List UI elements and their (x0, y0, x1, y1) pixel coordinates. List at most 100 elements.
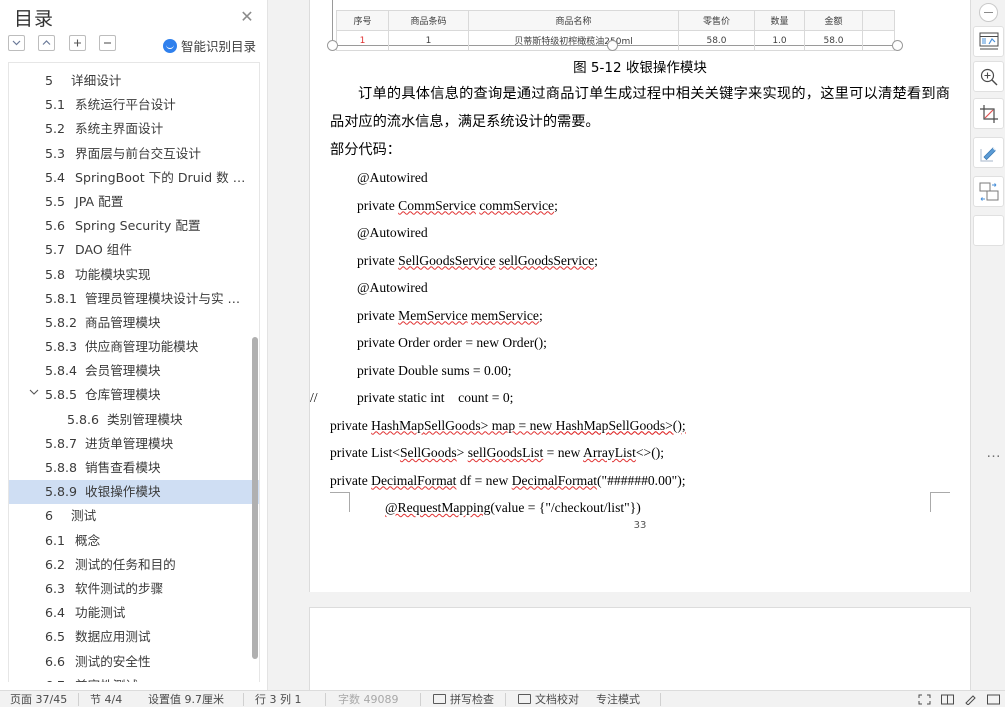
toc-item-number: 5.2 (45, 121, 66, 137)
table-header-cell (862, 10, 895, 31)
smart-toc-icon (162, 39, 177, 53)
image-replace-icon[interactable] (973, 176, 1004, 207)
status-divider-5 (505, 693, 506, 706)
toc-item-label: 类别管理模块 (107, 411, 183, 427)
table-cell: 贝蒂斯特级初榨橄榄油250ml (468, 30, 679, 51)
status-focus-mode[interactable]: 专注模式 (588, 693, 648, 707)
toc-item[interactable]: 5.4 SpringBoot 下的 Druid 数 … (9, 166, 259, 190)
toc-item[interactable]: 6 测试 (9, 504, 259, 528)
document-canvas[interactable]: 序号 商品条码 商品名称 零售价 数量 金额 1 1 贝蒂斯特级初榨橄榄油250ml 58.0 1… (268, 0, 1005, 690)
page-view-icon[interactable] (918, 694, 931, 705)
toc-item[interactable]: 5.2 系统主界面设计 (9, 117, 259, 141)
selection-handle-right[interactable] (892, 40, 903, 51)
toc-item[interactable]: 5.3 界面层与前台交互设计 (9, 142, 259, 166)
code-line-text: private static int count = 0; (357, 390, 514, 405)
status-word-count[interactable]: 字数 49089 (330, 693, 407, 707)
smart-toc-button[interactable]: 智能识别目录 (162, 36, 256, 55)
status-section-info[interactable]: 节 4/4 (82, 693, 130, 707)
toc-item[interactable]: 5.8.7 进货单管理模块 (9, 432, 259, 456)
toc-item[interactable]: 5.8.5 仓库管理模块 (9, 383, 259, 407)
code-line: @Autowired (330, 274, 950, 302)
margin-corner-bottom-left (330, 492, 350, 512)
toc-item-number: 5.8.7 (45, 435, 78, 451)
code-line: private SellGoodsService sellGoodsServic… (330, 247, 950, 275)
chevron-up-icon[interactable] (38, 34, 56, 51)
toc-item[interactable]: 6.6 测试的安全性 (9, 650, 259, 674)
table-cell: 1 (388, 30, 469, 51)
toc-item-label: 系统主界面设计 (75, 121, 164, 137)
status-bar: 页面 37/45 节 4/4 设置值 9.7厘米 行 3 列 1 字数 4908… (0, 690, 1005, 707)
code-line-text: private DecimalFormat df = new DecimalFo… (330, 472, 686, 488)
status-doc-edit[interactable]: 文档校对 (510, 693, 587, 707)
toc-item-label: 收银操作模块 (85, 484, 161, 500)
toc-item[interactable]: 6.1 概念 (9, 529, 259, 553)
status-divider-4 (420, 693, 421, 706)
toc-item-number: 5.8.2 (45, 314, 78, 330)
chevron-down-icon[interactable] (8, 34, 25, 51)
selection-handle-center[interactable] (607, 40, 618, 51)
edit-view-icon[interactable] (964, 694, 977, 706)
close-icon[interactable]: ✕ (237, 9, 257, 29)
toc-item-number: 6.3 (45, 580, 66, 596)
toc-item[interactable]: 5.5 JPA 配置 (9, 190, 259, 214)
more-options-button[interactable]: … (973, 215, 1004, 461)
pen-annotate-icon[interactable] (973, 137, 1004, 168)
code-line-text: private CommService commService; (357, 197, 558, 213)
toc-item[interactable]: 5.8 功能模块实现 (9, 263, 259, 287)
toc-item[interactable]: 6.3 软件测试的步骤 (9, 577, 259, 601)
document-page-next (310, 608, 970, 690)
status-line-info[interactable]: 行 3 列 1 (247, 693, 310, 707)
toc-item[interactable]: 5.8.2 商品管理模块 (9, 311, 259, 335)
table-header-cell: 金额 (804, 10, 863, 31)
chevron-down-icon[interactable] (29, 383, 41, 407)
toc-item[interactable]: 5.8.9 收银操作模块 (9, 480, 259, 505)
toc-item-label: 仓库管理模块 (85, 387, 161, 403)
toc-list: 5 详细设计 5.1 系统运行平台设计 5.2 系统主界面设计 5.3 界面层与前台交互设计 5… (9, 63, 259, 682)
toc-item-label: 销售查看模块 (85, 460, 161, 475)
toc-header: 目录 ✕ (0, 0, 267, 34)
toc-item-label: 界面层与前台交互设计 (75, 145, 201, 161)
toc-item[interactable]: 6.4 功能测试 (9, 601, 259, 625)
toc-scrollbar[interactable] (252, 337, 258, 659)
code-line: private CommService commService; (330, 192, 950, 220)
code-line: private DecimalFormat df = new DecimalFo… (330, 467, 950, 495)
full-view-icon[interactable] (987, 694, 1000, 705)
book-view-icon[interactable] (941, 694, 954, 705)
status-page-info[interactable]: 页面 37/45 (2, 693, 75, 707)
code-line-text: private MemService memService; (357, 307, 543, 323)
crop-icon[interactable] (973, 98, 1004, 129)
plus-icon[interactable] (68, 34, 86, 51)
toc-item[interactable]: 5.1 系统运行平台设计 (9, 93, 259, 117)
table-header-cell: 零售价 (678, 10, 755, 31)
toc-item-number: 5.8.9 (45, 484, 78, 500)
toc-item-label: 测试的任务和目的 (75, 556, 176, 572)
toc-item[interactable]: 5.8.1 管理员管理模块设计与实 … (9, 287, 259, 311)
toc-item[interactable]: 6.2 测试的任务和目的 (9, 553, 259, 577)
minus-icon[interactable] (99, 34, 117, 51)
toc-item[interactable]: 5.6 Spring Security 配置 (9, 214, 259, 238)
toc-title: 目录 (14, 8, 55, 30)
magnifier-zoom-in-icon[interactable] (973, 61, 1004, 92)
toc-item[interactable]: 5 详细设计 (9, 69, 259, 93)
toc-item[interactable]: 5.8.4 会员管理模块 (9, 359, 259, 383)
toc-list-container[interactable]: 5 详细设计 5.1 系统运行平台设计 5.2 系统主界面设计 5.3 界面层与前台交互设计 5… (8, 62, 260, 682)
toc-item-number: 5.1 (45, 97, 66, 113)
document-page: 序号 商品条码 商品名称 零售价 数量 金额 1 1 贝蒂斯特级初榨橄榄油250ml 58.0 1… (310, 0, 970, 596)
selection-handle-left[interactable] (327, 40, 338, 51)
status-spell-check[interactable]: 拼写检查 (425, 693, 502, 707)
toc-item[interactable]: 6.7兼容性测试 (9, 674, 259, 682)
status-setting-info[interactable]: 设置值 9.7厘米 (140, 693, 232, 707)
toc-item[interactable]: 6.5 数据应用测试 (9, 625, 259, 649)
toc-item[interactable]: 5.8.3 供应商管理功能模块 (9, 335, 259, 359)
toc-item[interactable]: 5.8.6 类别管理模块 (9, 408, 259, 432)
table-cell: 58.0 (804, 30, 863, 51)
table-chart-icon[interactable] (973, 26, 1004, 57)
code-line-text: @RequestMapping(value = {"/checkout/list… (385, 500, 641, 515)
toc-item[interactable]: 5.8.8 销售查看模块 (9, 456, 259, 480)
smart-toc-label: 智能识别目录 (180, 39, 256, 54)
toc-toolbar: 智能识别目录 (0, 34, 267, 60)
toc-item-number: 5.8.6 (67, 411, 100, 427)
toc-item[interactable]: 5.7 DAO 组件 (9, 238, 259, 262)
collapse-circle-icon[interactable] (979, 3, 998, 22)
right-toolbar: … (970, 0, 1005, 690)
